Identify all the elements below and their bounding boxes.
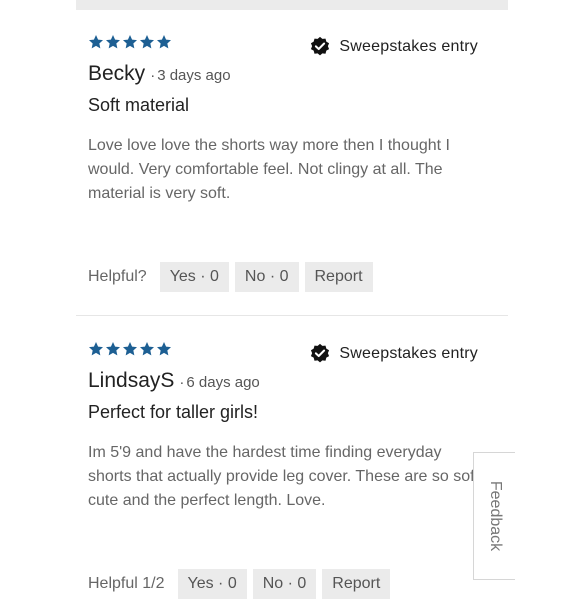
feedback-tab[interactable]: Feedback <box>473 452 515 580</box>
review-date: 6 days ago <box>186 374 260 391</box>
helpful-row: Helpful? Yes · 0 No · 0 Report <box>88 262 379 292</box>
star-rating <box>88 34 172 54</box>
review-title: Perfect for taller girls! <box>88 402 259 422</box>
review-body: Im 5'9 and have the hardest time finding… <box>88 444 484 509</box>
star-icon <box>157 342 171 356</box>
star-rating <box>88 341 172 361</box>
report-button[interactable]: Report <box>304 262 373 292</box>
star-icon <box>89 35 103 49</box>
star-icon <box>106 35 120 49</box>
check-badge-icon <box>311 343 330 363</box>
review-divider <box>76 315 508 316</box>
sweepstakes-badge: Sweepstakes entry <box>309 36 478 58</box>
sweepstakes-badge: Sweepstakes entry <box>309 343 478 365</box>
author-line: Becky · 3 days ago <box>88 62 231 86</box>
review-date: 3 days ago <box>157 67 231 84</box>
top-panel-edge <box>76 0 508 10</box>
review-card: Sweepstakes entry Becky · 3 days ago Soft … <box>76 34 508 314</box>
yes-vote-button[interactable]: Yes · 0 <box>177 569 247 599</box>
yes-vote-button[interactable]: Yes · 0 <box>159 262 229 292</box>
star-icon <box>123 35 137 49</box>
feedback-label: Feedback <box>486 480 504 552</box>
report-button[interactable]: Report <box>322 569 391 599</box>
check-badge-icon <box>311 36 330 56</box>
helpful-label: Helpful 1/2 <box>88 575 165 592</box>
review-title: Soft material <box>88 95 190 115</box>
review-card: Sweepstakes entry LindsayS · 6 days ago Pe… <box>76 341 508 599</box>
star-icon <box>123 342 137 356</box>
separator: · <box>179 374 185 391</box>
author-line: LindsayS · 6 days ago <box>88 369 260 393</box>
author-name: Becky <box>88 62 146 85</box>
review-body: Love love love the shorts way more then … <box>88 137 450 202</box>
sweepstakes-label: Sweepstakes entry <box>339 345 478 362</box>
sweepstakes-label: Sweepstakes entry <box>339 38 478 55</box>
helpful-row: Helpful 1/2 Yes · 0 No · 0 Report <box>88 569 396 599</box>
author-name: LindsayS <box>88 369 175 392</box>
star-icon <box>140 35 154 49</box>
star-icon <box>106 342 120 356</box>
star-icon <box>89 342 103 356</box>
separator: · <box>150 67 156 84</box>
helpful-label: Helpful? <box>88 268 147 285</box>
no-vote-button[interactable]: No · 0 <box>234 262 299 292</box>
star-icon <box>140 342 154 356</box>
star-icon <box>157 35 171 49</box>
no-vote-button[interactable]: No · 0 <box>252 569 317 599</box>
